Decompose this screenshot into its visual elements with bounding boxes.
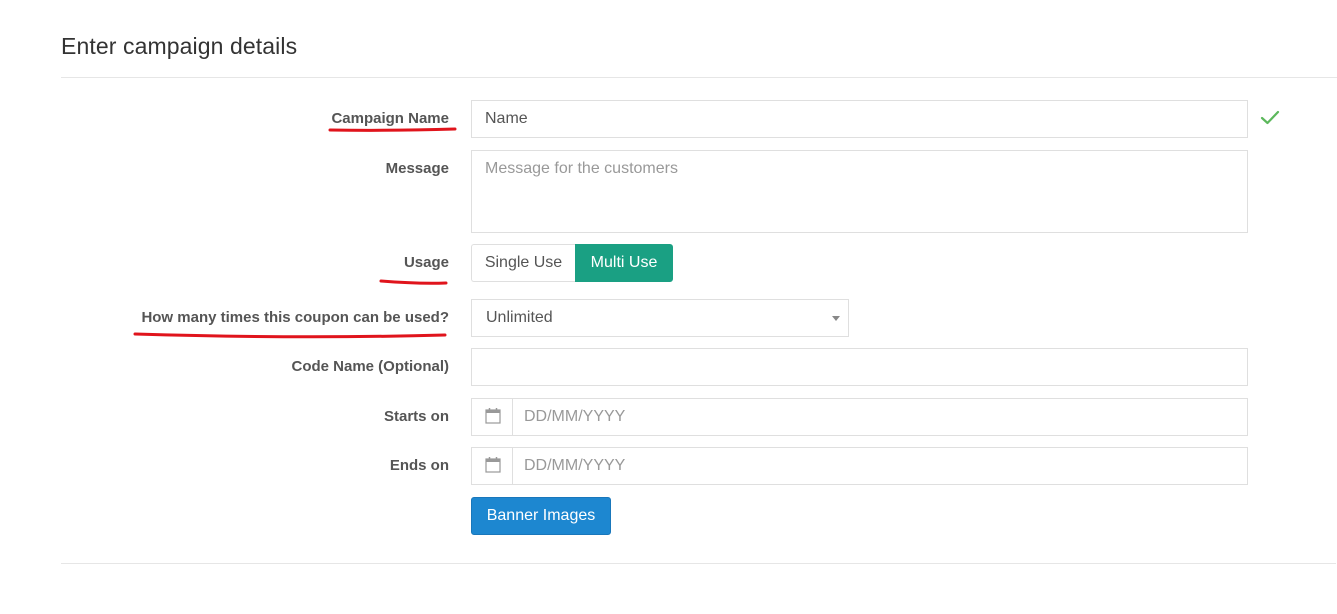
message-placeholder: Message for the customers [485,160,678,177]
usage-underline [379,279,448,285]
check-icon [1260,110,1280,125]
code-name-input[interactable] [471,348,1248,386]
calendar-icon [485,457,501,473]
ends-on-input[interactable]: DD/MM/YYYY [471,447,1248,485]
ends-on-label: Ends on [389,457,449,474]
banner-images-button[interactable]: Banner Images [471,497,611,535]
starts-on-placeholder: DD/MM/YYYY [524,408,626,425]
single-use-button[interactable]: Single Use [471,244,575,282]
caret-down-icon [832,316,840,321]
page-title: Enter campaign details [61,33,298,59]
campaign-name-input[interactable]: Name [471,100,1248,138]
ends-on-placeholder: DD/MM/YYYY [524,457,626,474]
campaign-name-label: Campaign Name [331,110,449,127]
coupon-times-value: Unlimited [486,309,553,326]
campaign-name-underline [328,127,457,132]
header-divider [61,77,1337,78]
multi-use-button[interactable]: Multi Use [575,244,673,282]
coupon-times-underline [133,332,447,339]
campaign-name-value: Name [485,110,528,127]
campaign-form-page: Enter campaign details Campaign Name Nam… [0,0,1337,614]
coupon-times-select[interactable]: Unlimited [471,299,849,337]
usage-toggle: Single Use Multi Use [471,244,673,282]
starts-on-label: Starts on [383,408,449,425]
message-textarea[interactable]: Message for the customers [471,150,1248,233]
message-label: Message [385,160,449,177]
starts-on-input[interactable]: DD/MM/YYYY [471,398,1248,436]
footer-divider [61,563,1336,564]
code-name-label: Code Name (Optional) [291,358,449,375]
calendar-icon [485,408,501,424]
usage-label: Usage [403,254,449,271]
coupon-times-label: How many times this coupon can be used? [141,309,449,326]
